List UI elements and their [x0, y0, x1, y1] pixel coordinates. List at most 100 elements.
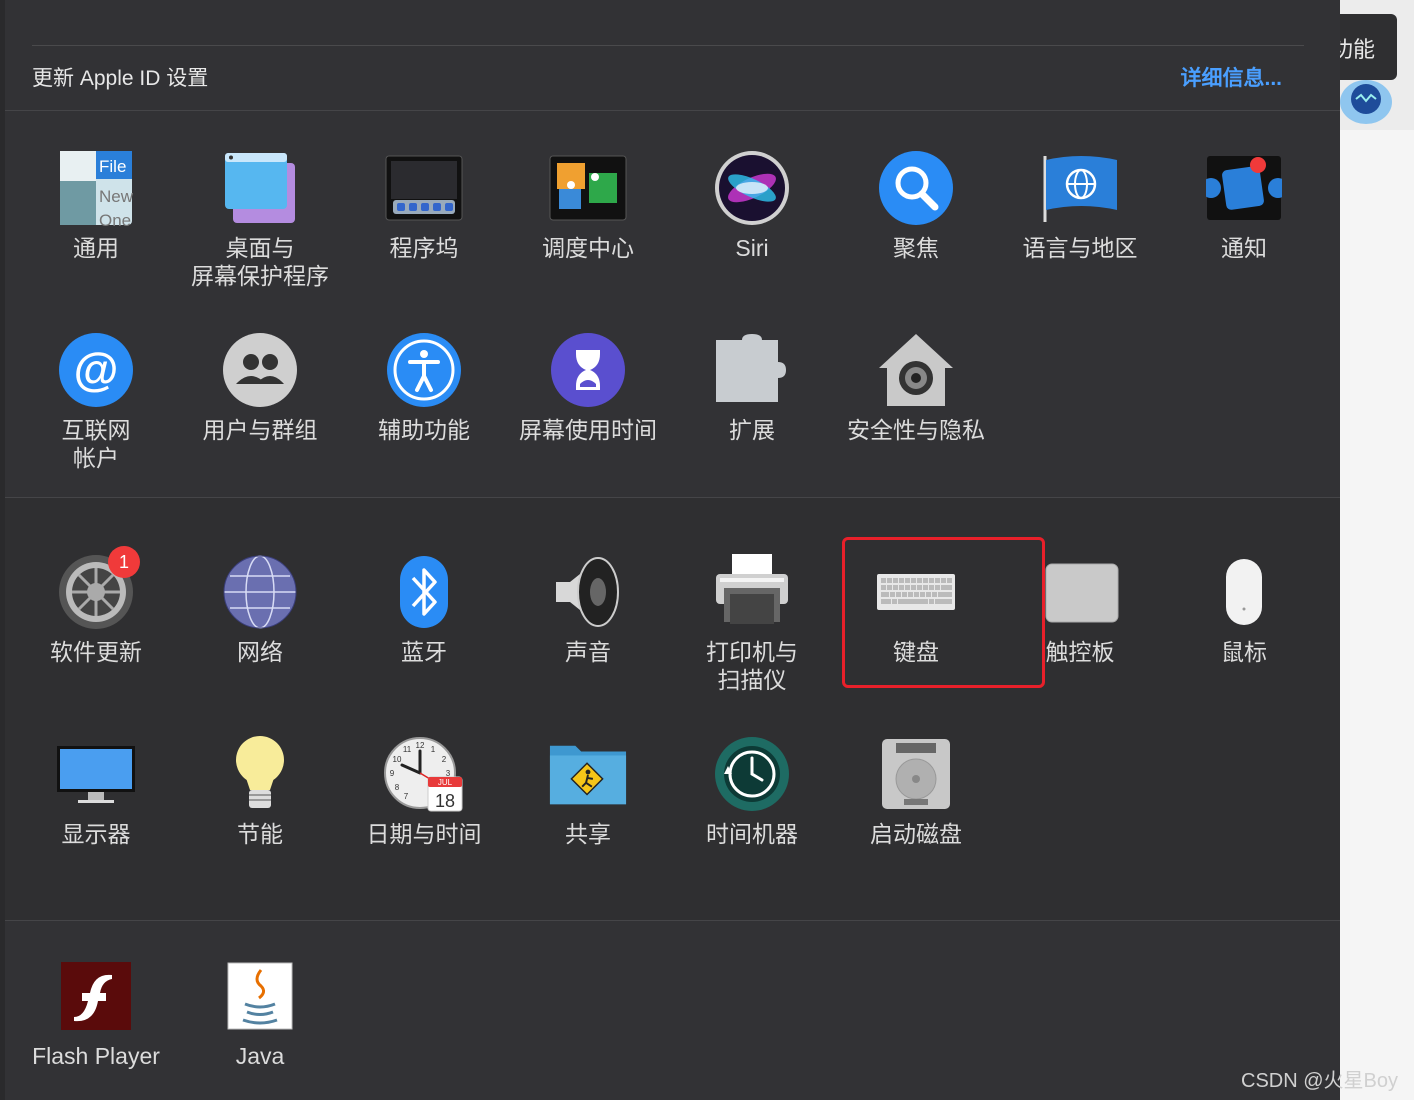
pref-notifications[interactable]: 通知	[1164, 148, 1324, 262]
pref-label: 聚焦	[893, 235, 939, 261]
trackpad-icon	[1040, 552, 1120, 632]
calendar-day: 18	[435, 791, 455, 811]
svg-text:@: @	[74, 343, 119, 395]
pref-label: 语言与地区	[1022, 235, 1138, 261]
security-privacy-icon	[876, 330, 956, 410]
pref-label: 网络	[237, 639, 283, 665]
pref-security-privacy[interactable]: 安全性与隐私	[836, 330, 996, 444]
background-window	[1340, 130, 1414, 1100]
dock-icon	[384, 148, 464, 228]
pref-printers-scanners[interactable]: 打印机与 扫描仪	[672, 552, 832, 694]
general-icon-one: One	[99, 211, 131, 226]
pref-label: 互联网 帐户	[61, 417, 131, 471]
general-icon: File New One	[56, 148, 136, 228]
general-icon-new: New	[99, 187, 133, 206]
pref-internet-accounts[interactable]: @ 互联网 帐户	[16, 330, 176, 472]
language-region-icon	[1040, 148, 1120, 228]
system-preferences-panel: 更新 Apple ID 设置 详细信息... File New One 通用 桌…	[0, 0, 1340, 1100]
pref-flash-player[interactable]: Flash Player	[16, 956, 176, 1070]
screen-time-icon	[548, 330, 628, 410]
clock-number: 8	[395, 783, 400, 792]
mission-control-icon	[548, 148, 628, 228]
pref-energy-saver[interactable]: 节能	[180, 734, 340, 848]
clock-number: 1	[431, 745, 436, 754]
pref-date-time[interactable]: 12 11 1 10 2 9 3 8 7 JUL 18 日期与时间	[344, 734, 504, 848]
startup-disk-icon	[876, 734, 956, 814]
clock-number: 2	[442, 755, 447, 764]
java-icon	[220, 956, 300, 1036]
csdn-watermark: CSDN @火星Boy	[1241, 1070, 1398, 1092]
pref-dock[interactable]: 程序坞	[344, 148, 504, 262]
pref-label: 辅助功能	[378, 417, 470, 443]
time-machine-icon	[712, 734, 792, 814]
pref-software-update[interactable]: 1 软件更新	[16, 546, 176, 666]
pref-label: 安全性与隐私	[847, 417, 985, 443]
desktop-screensaver-icon	[220, 148, 300, 228]
pref-label: 通用	[73, 235, 119, 261]
energy-saver-icon	[220, 734, 300, 814]
pref-bluetooth[interactable]: 蓝牙	[344, 552, 504, 666]
pref-label: 用户与群组	[202, 417, 318, 443]
pref-screen-time[interactable]: 屏幕使用时间	[508, 330, 668, 444]
pref-displays[interactable]: 显示器	[16, 734, 176, 848]
extensions-icon	[712, 330, 792, 410]
bluetooth-icon	[384, 552, 464, 632]
divider	[5, 497, 1340, 498]
pref-siri[interactable]: Siri	[672, 148, 832, 262]
update-count-badge: 1	[108, 546, 140, 578]
details-link[interactable]: 详细信息...	[1180, 62, 1282, 92]
pref-label: Siri	[735, 235, 769, 261]
background-tab[interactable]: 功能	[1335, 14, 1397, 80]
pref-label: 通知	[1221, 235, 1267, 261]
printers-scanners-icon	[712, 552, 792, 632]
sharing-icon	[548, 734, 628, 814]
pref-label: 屏幕使用时间	[519, 417, 657, 443]
pref-label: 显示器	[61, 821, 131, 847]
pref-java[interactable]: Java	[180, 956, 340, 1070]
pref-label: 共享	[565, 821, 611, 847]
pref-language-region[interactable]: 语言与地区	[1000, 148, 1160, 262]
pref-users-groups[interactable]: 用户与群组	[180, 330, 340, 444]
pref-accessibility[interactable]: 辅助功能	[344, 330, 504, 444]
pref-sharing[interactable]: 共享	[508, 734, 668, 848]
pref-label: 打印机与 扫描仪	[706, 639, 798, 693]
notifications-icon	[1204, 148, 1284, 228]
pref-label: 触控板	[1045, 639, 1115, 665]
pref-mission-control[interactable]: 调度中心	[508, 148, 668, 262]
spotlight-icon	[876, 148, 956, 228]
clock-number: 7	[404, 792, 409, 801]
sound-icon	[548, 552, 628, 632]
accessibility-icon	[384, 330, 464, 410]
pref-label: 扩展	[729, 417, 775, 443]
clock-number: 11	[403, 745, 412, 754]
software-update-icon: 1	[56, 546, 140, 632]
pref-label: 日期与时间	[366, 821, 482, 847]
date-time-icon: 12 11 1 10 2 9 3 8 7 JUL 18	[384, 734, 464, 814]
background-tab-label: 功能	[1335, 37, 1376, 62]
pref-label: 声音	[565, 639, 611, 665]
divider	[5, 110, 1340, 111]
apple-id-update-title: 更新 Apple ID 设置	[32, 67, 209, 90]
pref-label: Flash Player	[32, 1043, 160, 1069]
flash-player-icon	[56, 956, 136, 1036]
pref-mouse[interactable]: 鼠标	[1164, 552, 1324, 666]
siri-icon	[712, 148, 792, 228]
clock-number: 10	[393, 755, 402, 764]
pref-desktop-screensaver[interactable]: 桌面与 屏幕保护程序	[180, 148, 340, 290]
internet-accounts-icon: @	[56, 330, 136, 410]
pref-time-machine[interactable]: 时间机器	[672, 734, 832, 848]
mouse-icon	[1204, 552, 1284, 632]
general-icon-file: File	[99, 157, 126, 176]
divider	[5, 920, 1340, 921]
pref-label: 桌面与 屏幕保护程序	[191, 235, 329, 289]
pref-sound[interactable]: 声音	[508, 552, 668, 666]
pref-label: 调度中心	[542, 235, 634, 261]
pref-label: 启动磁盘	[870, 821, 962, 847]
pref-extensions[interactable]: 扩展	[672, 330, 832, 444]
pref-spotlight[interactable]: 聚焦	[836, 148, 996, 262]
displays-icon	[56, 734, 136, 814]
pref-general[interactable]: File New One 通用	[16, 148, 176, 262]
pref-startup-disk[interactable]: 启动磁盘	[836, 734, 996, 848]
calendar-month: JUL	[438, 778, 453, 787]
pref-network[interactable]: 网络	[180, 552, 340, 666]
